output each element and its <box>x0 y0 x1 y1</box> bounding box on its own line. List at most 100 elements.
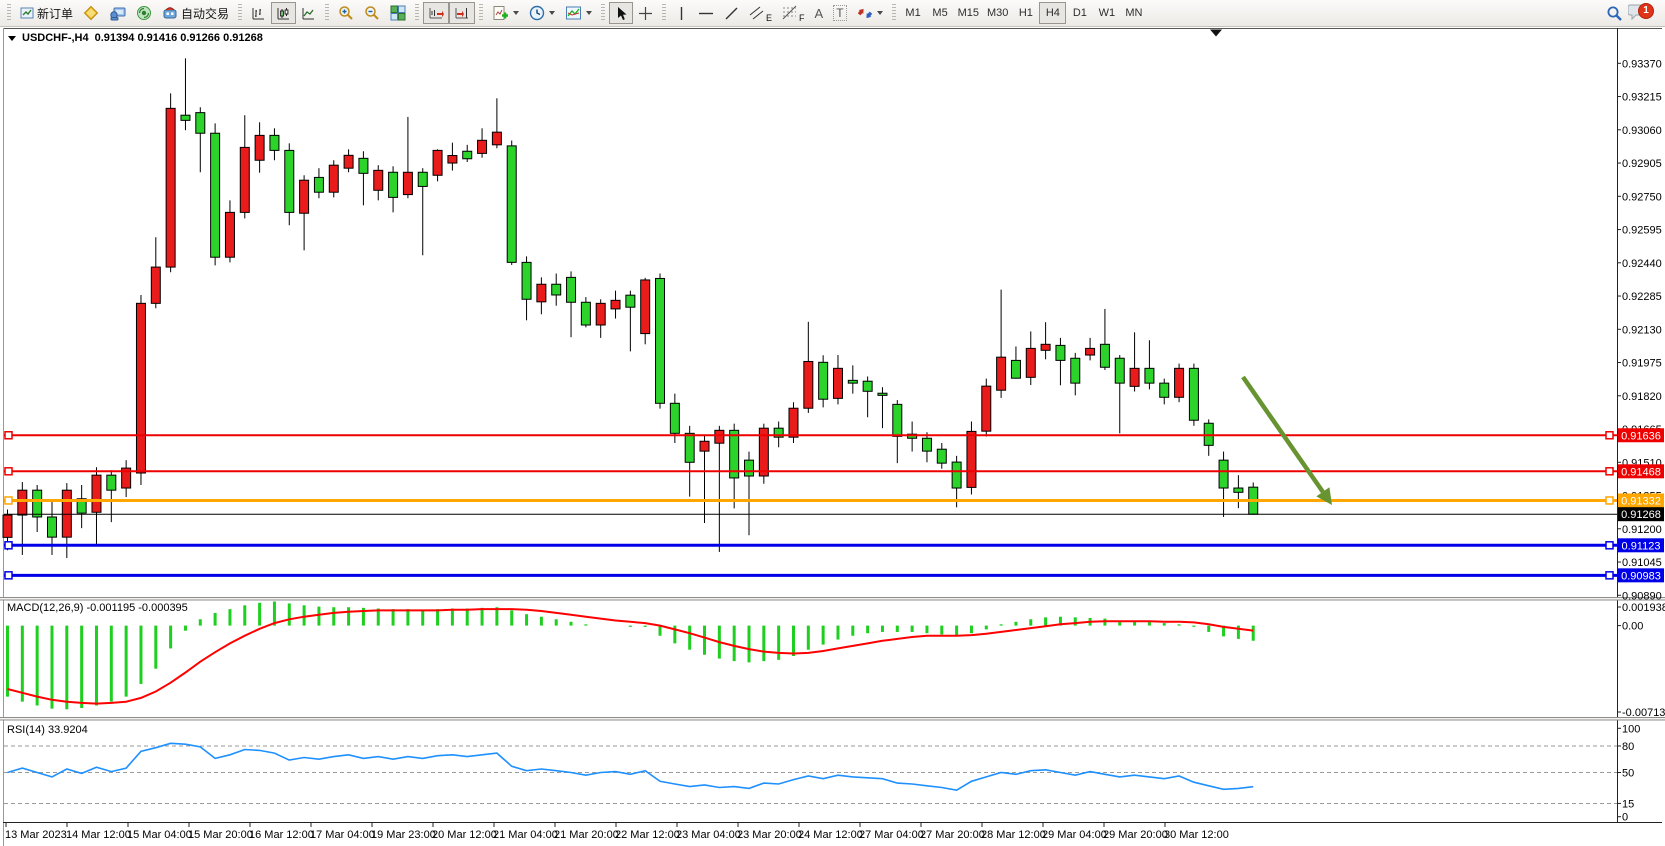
candle-body <box>804 361 813 408</box>
line-handle[interactable] <box>1606 572 1613 579</box>
timeframe-d1-button[interactable]: D1 <box>1066 2 1093 24</box>
line-handle[interactable] <box>1606 468 1613 475</box>
mt4-window: 新订单 自动交易 <box>0 0 1665 846</box>
search-button[interactable] <box>1601 2 1628 24</box>
timeframe-w1-button[interactable]: W1 <box>1093 2 1120 24</box>
price-tick-label: 0.93370 <box>1622 58 1662 70</box>
candle-body <box>507 146 516 262</box>
symbol-dropdown-icon[interactable] <box>8 36 16 41</box>
periods-button[interactable] <box>524 2 560 24</box>
price-badge-label: 0.90983 <box>1621 570 1661 582</box>
timeframe-mn-button[interactable]: MN <box>1120 2 1147 24</box>
candle-body <box>211 133 220 257</box>
candle-body <box>982 386 991 431</box>
time-tick-label: 27 Mar 20:00 <box>920 829 985 841</box>
candle-body <box>1056 345 1065 360</box>
new-order-button[interactable]: 新订单 <box>15 2 78 24</box>
candle-body <box>789 408 798 437</box>
zoom-in-icon <box>338 5 354 21</box>
toolbar-grip <box>325 4 329 22</box>
price-tick-label: 0.93215 <box>1622 92 1662 104</box>
horizontal-line-tool-button[interactable] <box>693 2 719 24</box>
candle-body <box>1189 368 1198 420</box>
timeframe-m5-button[interactable]: M5 <box>927 2 954 24</box>
timeframe-m1-button[interactable]: M1 <box>900 2 927 24</box>
price-badge-label: 0.91636 <box>1621 430 1661 442</box>
line-handle[interactable] <box>5 572 12 579</box>
rsi-axis-label: 80 <box>1622 741 1634 753</box>
new-order-icon <box>20 6 34 20</box>
line-chart-mode-button[interactable] <box>296 2 321 24</box>
candle-body <box>641 280 650 334</box>
cursor-tool-button[interactable] <box>609 2 633 24</box>
candle-body <box>1160 383 1169 397</box>
toolbar-grip <box>238 4 242 22</box>
candle-body <box>107 475 116 490</box>
candle-body <box>448 156 457 164</box>
timeframe-h1-button[interactable]: H1 <box>1012 2 1039 24</box>
candle-body <box>329 165 338 192</box>
toolbar: 新订单 自动交易 <box>0 0 1665 27</box>
candle-body <box>1041 344 1050 350</box>
line-handle[interactable] <box>1606 542 1613 549</box>
chart-shift-button[interactable] <box>449 2 475 24</box>
macd-axis-label: 0.00 <box>1622 621 1643 633</box>
bar-chart-mode-button[interactable] <box>246 2 271 24</box>
text-tool-button[interactable]: A <box>810 2 829 24</box>
auto-scroll-button[interactable] <box>423 2 449 24</box>
notifications-widget[interactable]: 1 <box>1628 2 1648 25</box>
crosshair-tool-button[interactable] <box>633 2 658 24</box>
market-watch-button[interactable] <box>104 2 131 24</box>
time-tick-label: 13 Mar 2023 <box>5 829 67 841</box>
auto-scroll-icon <box>428 6 444 21</box>
chart-title: USDCHF-,H4 0.91394 0.91416 0.91266 0.912… <box>8 32 263 44</box>
templates-button[interactable] <box>560 2 597 24</box>
profile-button[interactable] <box>78 2 104 24</box>
line-handle[interactable] <box>5 432 12 439</box>
candle-body <box>196 113 205 134</box>
line-handle[interactable] <box>1606 432 1613 439</box>
zoom-out-button[interactable] <box>359 2 385 24</box>
auto-trading-button[interactable]: 自动交易 <box>157 2 234 24</box>
candle-body <box>937 449 946 463</box>
indicators-button[interactable] <box>487 2 524 24</box>
time-tick-label: 15 Mar 04:00 <box>127 829 192 841</box>
candle-body <box>359 158 368 173</box>
line-chart-icon <box>301 6 316 21</box>
zoom-in-button[interactable] <box>333 2 359 24</box>
macd-axis-label: -0.007132 <box>1622 707 1665 719</box>
line-handle[interactable] <box>5 497 12 504</box>
trendline-tool-button[interactable] <box>719 2 744 24</box>
candle-body <box>463 151 472 159</box>
line-handle[interactable] <box>5 468 12 475</box>
candle-body <box>181 115 190 120</box>
candlestick-mode-button[interactable] <box>271 2 296 24</box>
tile-windows-button[interactable] <box>385 2 411 24</box>
ohlc-values: 0.91394 0.91416 0.91266 0.91268 <box>95 32 263 44</box>
fibonacci-tool-button[interactable]: F <box>777 2 810 24</box>
timeframe-h4-button[interactable]: H4 <box>1039 2 1066 24</box>
candle-body <box>833 368 842 398</box>
candle-body <box>878 393 887 395</box>
candle-body <box>1219 460 1228 488</box>
arrows-tool-button[interactable] <box>852 2 888 24</box>
cursor-arrow-icon <box>614 6 628 21</box>
candle-body <box>893 404 902 436</box>
candle-body <box>314 177 323 192</box>
timeframe-m30-button[interactable]: M30 <box>983 2 1012 24</box>
rsi-axis-label: 0 <box>1622 812 1628 824</box>
candle-body <box>863 381 872 391</box>
text-label-tool-button[interactable]: T <box>828 2 851 24</box>
candle-body <box>389 172 398 197</box>
line-handle[interactable] <box>5 542 12 549</box>
signals-button[interactable] <box>131 2 157 24</box>
channel-tool-button[interactable]: E <box>744 2 777 24</box>
candle-body <box>418 172 427 186</box>
line-handle[interactable] <box>1606 497 1613 504</box>
chart-canvas[interactable]: 0.933700.932150.930600.929050.927500.925… <box>0 0 1665 846</box>
candle-body <box>492 132 501 145</box>
candle-body <box>1071 358 1080 383</box>
candle-body <box>1011 360 1020 378</box>
vertical-line-tool-button[interactable] <box>670 2 693 24</box>
timeframe-m15-button[interactable]: M15 <box>954 2 983 24</box>
